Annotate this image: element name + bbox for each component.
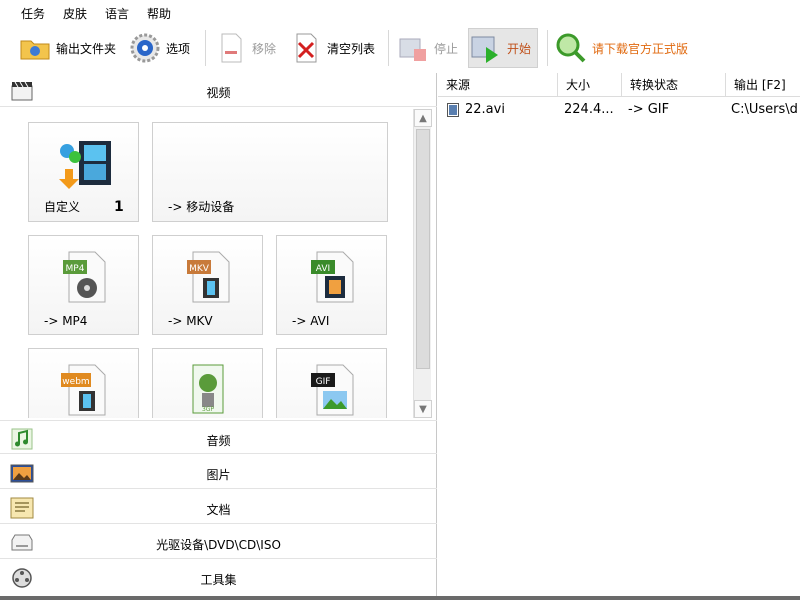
clear-list-icon (296, 33, 317, 63)
svg-text:3GP: 3GP (202, 406, 214, 413)
category-panel: 视频 自定义 1 -> 移动设备 MP4 -> MP4 MKV -> MKV A… (0, 73, 437, 600)
column-size[interactable]: 大小 (558, 73, 622, 97)
column-source[interactable]: 来源 (438, 73, 558, 97)
window-bottom-edge (0, 596, 800, 600)
scroll-down-button[interactable]: ▼ (414, 400, 432, 418)
toolbar: 输出文件夹 选项 移除 清空列表 停止 开始 请下载官方正式版 (0, 24, 800, 72)
column-output[interactable]: 输出 [F2] (726, 73, 800, 97)
start-button[interactable]: 开始 (468, 28, 539, 68)
category-audio[interactable]: 音频 (0, 420, 437, 454)
svg-text:GIF: GIF (316, 377, 331, 387)
tile-avi[interactable]: AVI -> AVI (276, 235, 387, 335)
3gp-file-icon: 3GP (192, 364, 224, 414)
tile-webm[interactable]: webm (28, 348, 139, 418)
mkv-file-icon: MKV (187, 251, 230, 303)
custom-count: 1 (114, 199, 124, 215)
task-list: 来源 大小 转换状态 输出 [F2] 22.avi 224.4... -> GI… (438, 73, 800, 600)
category-video[interactable]: 视频 (0, 73, 437, 107)
stop-button[interactable]: 停止 (396, 28, 458, 68)
format-grid: 自定义 1 -> 移动设备 MP4 -> MP4 MKV -> MKV AVI … (0, 107, 411, 418)
toolbar-separator (205, 30, 206, 66)
video-file-icon (447, 103, 459, 117)
cell-output: C:\Users\d (731, 102, 798, 117)
tile-custom[interactable]: 自定义 1 (28, 122, 139, 222)
scroll-thumb[interactable] (416, 129, 430, 369)
svg-text:AVI: AVI (316, 264, 330, 274)
remove-button[interactable]: 移除 (214, 28, 276, 68)
download-official-link[interactable]: 请下载官方正式版 (554, 28, 688, 68)
clear-list-button[interactable]: 清空列表 (289, 28, 375, 68)
tile-mp4[interactable]: MP4 -> MP4 (28, 235, 139, 335)
vertical-scrollbar[interactable]: ▲ ▼ (413, 109, 432, 418)
webm-file-icon: webm (61, 364, 106, 416)
gif-file-icon: GIF (311, 364, 354, 416)
avi-file-icon: AVI (311, 251, 354, 303)
mp4-file-icon: MP4 (63, 251, 106, 303)
cell-source: 22.avi (465, 102, 505, 117)
column-status[interactable]: 转换状态 (622, 73, 726, 97)
menu-bar: 任务 皮肤 语言 帮助 (0, 0, 800, 24)
custom-video-icon (59, 141, 111, 189)
category-tools[interactable]: 工具集 (0, 560, 437, 594)
toolbar-separator (388, 30, 389, 66)
tile-gif[interactable]: GIF (276, 348, 387, 418)
stop-icon (399, 38, 426, 61)
svg-text:MP4: MP4 (66, 264, 85, 274)
tile-mkv[interactable]: MKV -> MKV (152, 235, 263, 335)
remove-file-icon (221, 33, 242, 63)
menu-task[interactable]: 任务 (21, 5, 45, 22)
cell-status: -> GIF (628, 102, 670, 117)
category-document[interactable]: 文档 (0, 490, 437, 524)
toolbar-separator (547, 30, 548, 66)
menu-help[interactable]: 帮助 (147, 5, 171, 22)
magnifier-icon (556, 33, 586, 63)
table-row[interactable]: 22.avi 224.4... -> GIF C:\Users\d (438, 98, 800, 122)
tile-3gp[interactable]: 3GP (152, 348, 263, 418)
tile-mobile-device[interactable]: -> 移动设备 (152, 122, 388, 222)
cell-size: 224.4... (564, 102, 614, 117)
svg-text:webm: webm (62, 377, 89, 387)
start-icon (471, 36, 498, 63)
options-button[interactable]: 选项 (128, 28, 190, 68)
folder-icon (20, 40, 50, 60)
gear-icon (130, 33, 160, 63)
category-disc[interactable]: 光驱设备\DVD\CD\ISO (0, 525, 437, 559)
category-picture[interactable]: 图片 (0, 455, 437, 489)
table-header: 来源 大小 转换状态 输出 [F2] (438, 73, 800, 97)
scroll-up-button[interactable]: ▲ (414, 109, 432, 127)
menu-language[interactable]: 语言 (105, 5, 129, 22)
output-folder-button[interactable]: 输出文件夹 (18, 28, 116, 68)
svg-text:MKV: MKV (189, 264, 210, 274)
menu-skin[interactable]: 皮肤 (63, 5, 87, 22)
